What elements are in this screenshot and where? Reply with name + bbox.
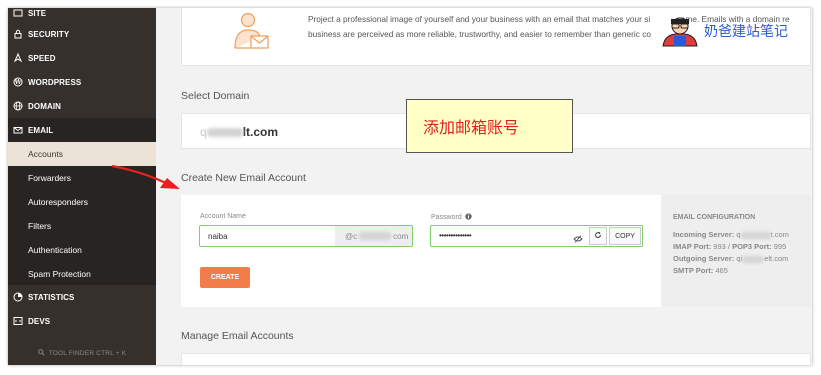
lock-icon (8, 29, 28, 39)
sidebar-item-label: SITE (28, 8, 47, 18)
rocket-icon (8, 53, 28, 63)
sidebar-item-label: WORDPRESS (28, 77, 82, 87)
password-label-text: Password (431, 214, 462, 221)
pop3-value: 995 (773, 242, 787, 251)
incoming-value-start: q (736, 230, 741, 239)
sidebar: SITE SECURITY SPEED W WORDPRESS DOMAIN E… (8, 8, 156, 365)
sidebar-subitem-authentication[interactable]: Authentication (8, 238, 156, 262)
eye-slash-icon[interactable] (573, 231, 583, 249)
sidebar-item-devs[interactable]: DEVS (8, 309, 156, 333)
watermark-text: 奶爸建站笔记 (704, 24, 788, 40)
account-name-value: naiba (208, 232, 228, 241)
outgoing-value-end: elt.com (764, 254, 789, 263)
domain-prefix: q (200, 125, 207, 139)
search-icon (37, 348, 45, 358)
sidebar-subitem-spam-protection[interactable]: Spam Protection (8, 262, 156, 286)
site-icon (8, 8, 28, 18)
imap-label: IMAP Port: (673, 242, 712, 251)
password-value: •••••••••••••• (439, 231, 472, 240)
manage-accounts-card (181, 353, 811, 365)
incoming-label: Incoming Server: (673, 230, 735, 239)
incoming-value-end: t.com (770, 230, 789, 239)
tool-finder-label: TOOL FINDER CTRL + K (48, 349, 127, 357)
incoming-server-row: Incoming Server: q t.com (673, 229, 799, 241)
email-config-panel: EMAIL CONFIGURATION Incoming Server: q t.… (661, 195, 811, 307)
sidebar-item-label: STATISTICS (28, 292, 75, 302)
annotation-callout: 添加邮箱账号 (406, 99, 573, 153)
sidebar-item-label: EMAIL (28, 125, 54, 135)
suffix-end: com (393, 231, 409, 241)
promo-line-1: Project a professional image of yourself… (308, 14, 651, 24)
smtp-row: SMTP Port: 465 (673, 265, 799, 277)
account-name-input[interactable]: naiba @c com (199, 225, 413, 247)
outgoing-label: Outgoing Server: (673, 254, 735, 263)
user-email-icon (234, 12, 269, 49)
info-icon[interactable] (465, 213, 472, 222)
redacted-text (742, 255, 765, 263)
main-content: Project a professional image of yourself… (156, 8, 812, 365)
sidebar-item-domain[interactable]: DOMAIN (8, 94, 156, 118)
sidebar-item-email[interactable]: EMAIL (8, 118, 156, 142)
pop3-label: POP3 Port: (732, 242, 772, 251)
copy-password-button[interactable]: COPY (609, 227, 641, 245)
smtp-label: SMTP Port: (673, 266, 714, 275)
email-config-heading: EMAIL CONFIGURATION (673, 214, 756, 221)
app-window: SITE SECURITY SPEED W WORDPRESS DOMAIN E… (8, 8, 812, 365)
account-name-label: Account Name (200, 213, 246, 220)
password-input[interactable]: •••••••••••••• COPY (430, 225, 643, 247)
redacted-text (740, 231, 771, 239)
regenerate-password-button[interactable] (589, 227, 607, 245)
select-domain-title: Select Domain (181, 90, 250, 102)
sidebar-subitem-forwarders[interactable]: Forwarders (8, 166, 156, 190)
sidebar-item-label: DEVS (28, 316, 51, 326)
pie-chart-icon (8, 292, 28, 302)
tool-finder-button[interactable]: TOOL FINDER CTRL + K (8, 346, 156, 360)
sidebar-subitem-autoresponders[interactable]: Autoresponders (8, 190, 156, 214)
imap-value: 993 (713, 242, 726, 251)
domain-value: q lt.com (200, 125, 278, 139)
redacted-text (206, 128, 243, 138)
redacted-text (359, 232, 392, 240)
refresh-icon (594, 231, 602, 241)
suffix-start: @c (345, 231, 358, 241)
manage-accounts-title: Manage Email Accounts (181, 330, 294, 342)
sidebar-item-label: SPEED (28, 53, 56, 63)
create-button[interactable]: CREATE (200, 267, 250, 288)
account-domain-suffix: @c com (335, 226, 412, 246)
wordpress-icon: W (8, 77, 28, 87)
sidebar-item-label: SECURITY (28, 29, 70, 39)
watermark: 奶爸建站笔记 (660, 15, 788, 47)
sidebar-item-label: DOMAIN (28, 101, 62, 111)
outgoing-server-row: Outgoing Server: qi elt.com (673, 253, 799, 265)
smtp-value: 465 (715, 266, 728, 275)
ports-row: IMAP Port: 993 / POP3 Port: 995 (673, 242, 787, 251)
create-account-title: Create New Email Account (181, 172, 306, 184)
sidebar-subitem-filters[interactable]: Filters (8, 214, 156, 238)
sidebar-item-security[interactable]: SECURITY (8, 22, 156, 46)
code-icon (8, 316, 28, 326)
create-account-form: Account Name naiba @c com Password ••••••… (181, 195, 811, 307)
sidebar-item-speed[interactable]: SPEED (8, 46, 156, 70)
globe-icon (8, 101, 28, 111)
envelope-icon (8, 125, 28, 135)
sidebar-item-statistics[interactable]: STATISTICS (8, 285, 156, 309)
password-label: Password (431, 213, 472, 222)
sidebar-subitem-accounts[interactable]: Accounts (8, 142, 156, 166)
svg-text:W: W (14, 79, 22, 86)
domain-suffix: lt.com (242, 125, 279, 139)
sidebar-item-wordpress[interactable]: W WORDPRESS (8, 70, 156, 94)
mascot-logo-icon (662, 17, 698, 47)
